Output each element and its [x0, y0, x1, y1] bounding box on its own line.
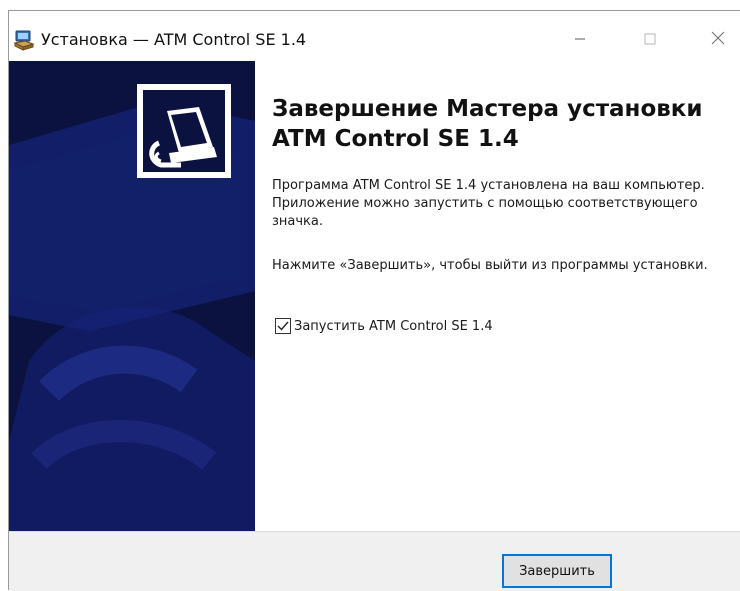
title-bar[interactable]: Установка — ATM Control SE 1.4 [9, 11, 740, 61]
maximize-button[interactable] [627, 21, 673, 57]
installer-icon [13, 29, 35, 51]
sidebar-graphic [9, 61, 255, 531]
page-title: Завершение Мастера установки ATM Control… [272, 96, 703, 152]
install-complete-message: Программа ATM Control SE 1.4 установлена… [272, 178, 705, 229]
wizard-content: Завершение Мастера установки ATM Control… [255, 61, 740, 531]
maximize-icon [644, 30, 656, 49]
close-icon [711, 30, 725, 49]
finish-button[interactable]: Завершить [502, 554, 612, 588]
close-button[interactable] [695, 21, 740, 57]
atm-control-logo-icon [137, 84, 231, 178]
installer-window: Установка — ATM Control SE 1.4 Завершени… [8, 10, 740, 591]
wizard-footer: Завершить [9, 531, 740, 591]
checkmark-icon [277, 321, 289, 331]
finish-instructions: Нажмите «Завершить», чтобы выйти из прог… [272, 258, 708, 273]
window-title: Установка — ATM Control SE 1.4 [41, 30, 307, 49]
minimize-button[interactable] [557, 21, 603, 57]
minimize-icon [574, 30, 586, 49]
wizard-sidebar [9, 61, 255, 531]
run-app-checkbox-row[interactable]: Запустить ATM Control SE 1.4 [275, 318, 493, 334]
run-app-label: Запустить ATM Control SE 1.4 [294, 318, 493, 334]
run-app-checkbox[interactable] [275, 318, 291, 334]
